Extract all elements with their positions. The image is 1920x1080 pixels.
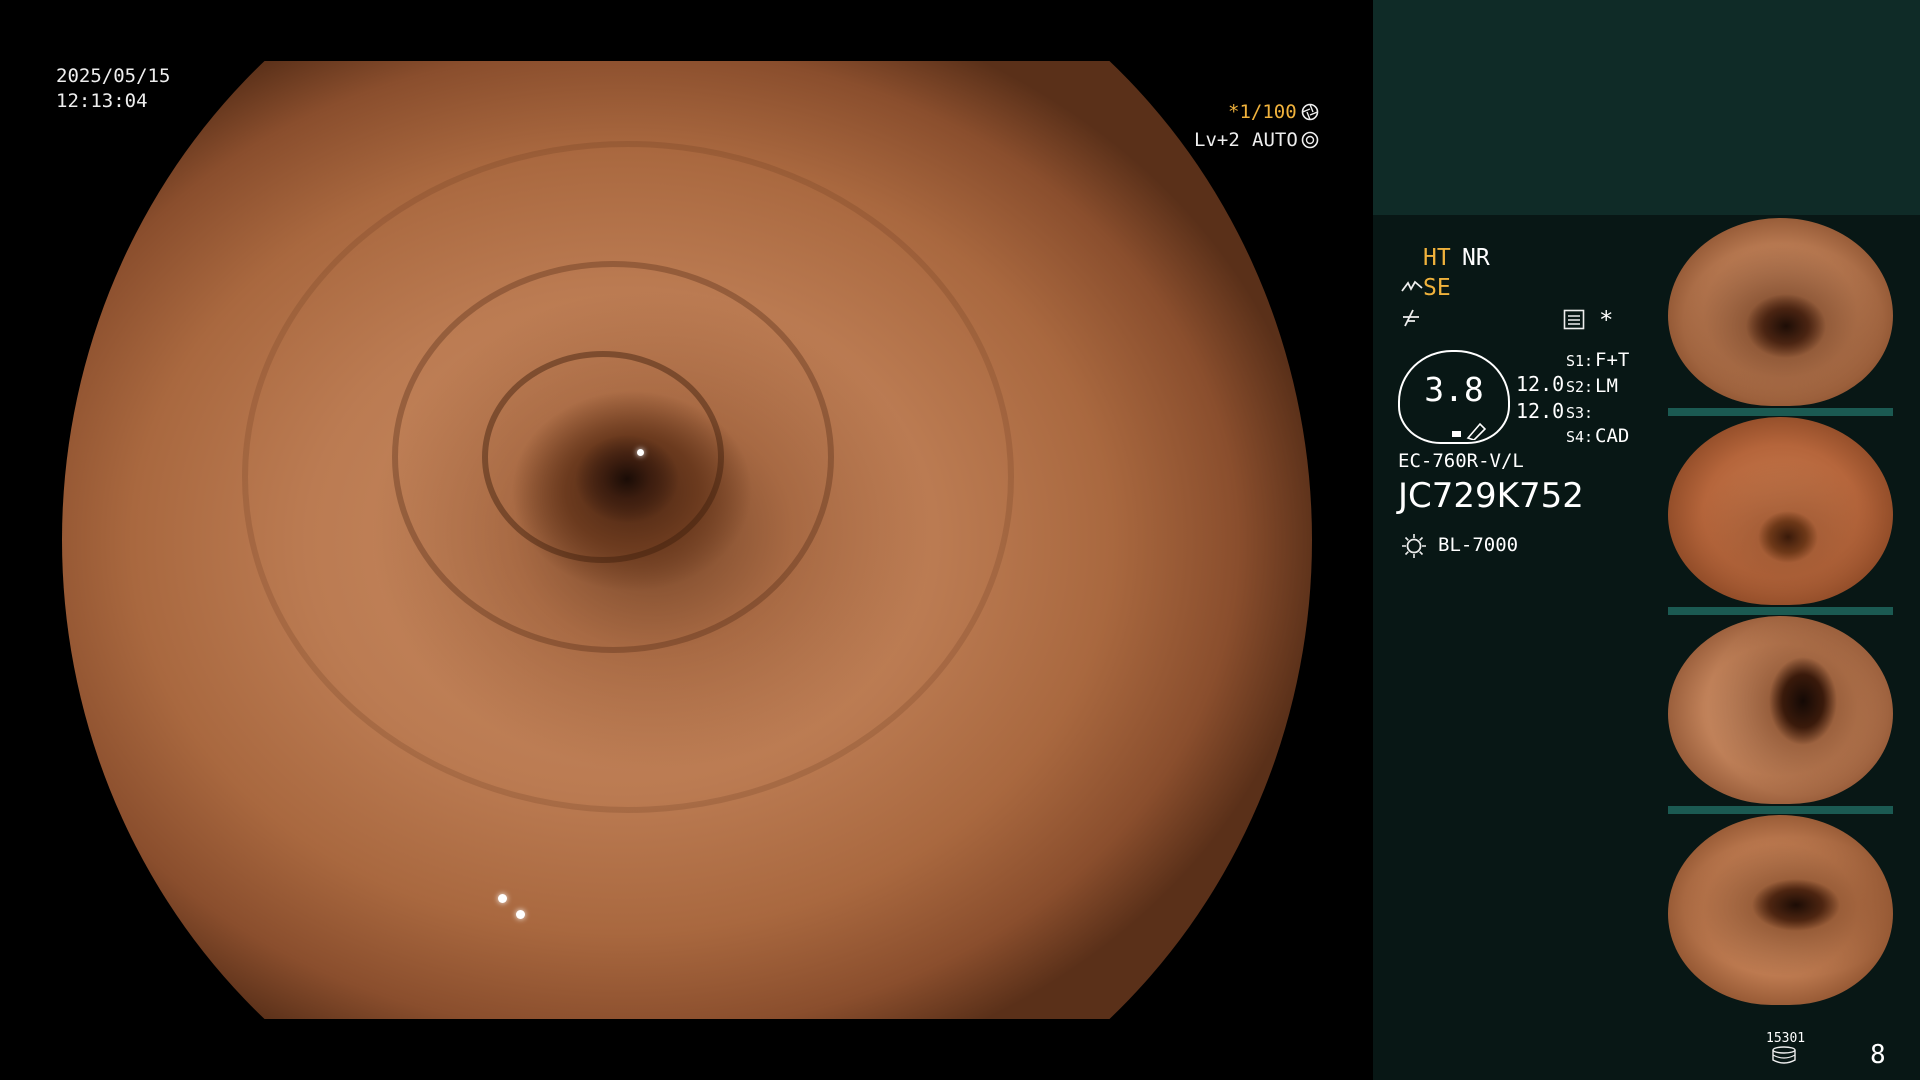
- thumbnail-divider: [1668, 806, 1893, 814]
- s2-value: LM: [1595, 375, 1618, 397]
- s1-value: F+T: [1595, 349, 1630, 371]
- status-side-panel: HT NR SE * 3.8 12.0 12.0 S1: F+T S2: LM …: [1373, 0, 1920, 1080]
- gauge-value: 3.8: [1424, 370, 1484, 409]
- disk-stack-icon: [1772, 1046, 1796, 1064]
- image-count: 15301: [1766, 1031, 1806, 1046]
- scope-tip-icon: [1452, 422, 1486, 440]
- thumbnail-divider: [1668, 408, 1893, 416]
- lumen-fold-ring: [392, 261, 834, 653]
- s3-key: S3:: [1566, 404, 1594, 422]
- s4-key: S4:: [1566, 428, 1594, 446]
- captured-thumbnail[interactable]: [1668, 616, 1893, 804]
- captured-thumbnail[interactable]: [1668, 218, 1893, 406]
- asterisk-mark: *: [1599, 306, 1614, 334]
- time-text: 12:13:04: [56, 90, 148, 112]
- value-b: 12.0: [1516, 399, 1565, 423]
- endoscopic-image: [62, 61, 1312, 1019]
- iris-mode: AUTO: [1252, 129, 1298, 151]
- thumbnail-divider: [1668, 607, 1893, 615]
- lumen-fold-ring: [242, 141, 1014, 813]
- page-number: 8: [1870, 1040, 1886, 1070]
- structure-enhance-icon: [1401, 280, 1423, 292]
- light-reflection: [637, 449, 644, 456]
- lamp-icon: [1402, 534, 1426, 558]
- light-source: BL-7000: [1438, 534, 1519, 556]
- lumen-fold-ring: [482, 351, 724, 563]
- shutter-speed: *1/100: [1228, 101, 1297, 123]
- pressure-gauge: 3.8: [1398, 350, 1510, 444]
- light-reflection: [516, 910, 525, 919]
- panel-header-area: [1373, 0, 1920, 215]
- captured-thumbnail[interactable]: [1668, 417, 1893, 605]
- record-list-icon: [1563, 309, 1585, 330]
- light-reflection: [498, 894, 507, 903]
- ht-indicator: HT: [1423, 245, 1451, 271]
- s1-key: S1:: [1566, 352, 1594, 370]
- endoscope-main-view: 2025/05/15 12:13:04 *1/100 Lv+2 AUTO: [0, 0, 1373, 1080]
- nr-indicator: NR: [1462, 245, 1490, 271]
- se-indicator: SE: [1423, 275, 1451, 301]
- brightness-level: Lv+2: [1194, 129, 1240, 151]
- color-mode-icon: [1403, 309, 1419, 327]
- iris-icon: [1301, 131, 1319, 149]
- value-a: 12.0: [1516, 372, 1565, 396]
- s2-key: S2:: [1566, 378, 1594, 396]
- captured-thumbnail[interactable]: [1668, 815, 1893, 1005]
- s4-value: CAD: [1595, 425, 1630, 447]
- scope-serial: JC729K752: [1398, 476, 1584, 516]
- date-text: 2025/05/15: [56, 65, 171, 87]
- aperture-icon: [1301, 103, 1319, 121]
- scope-model: EC-760R-V/L: [1398, 450, 1524, 472]
